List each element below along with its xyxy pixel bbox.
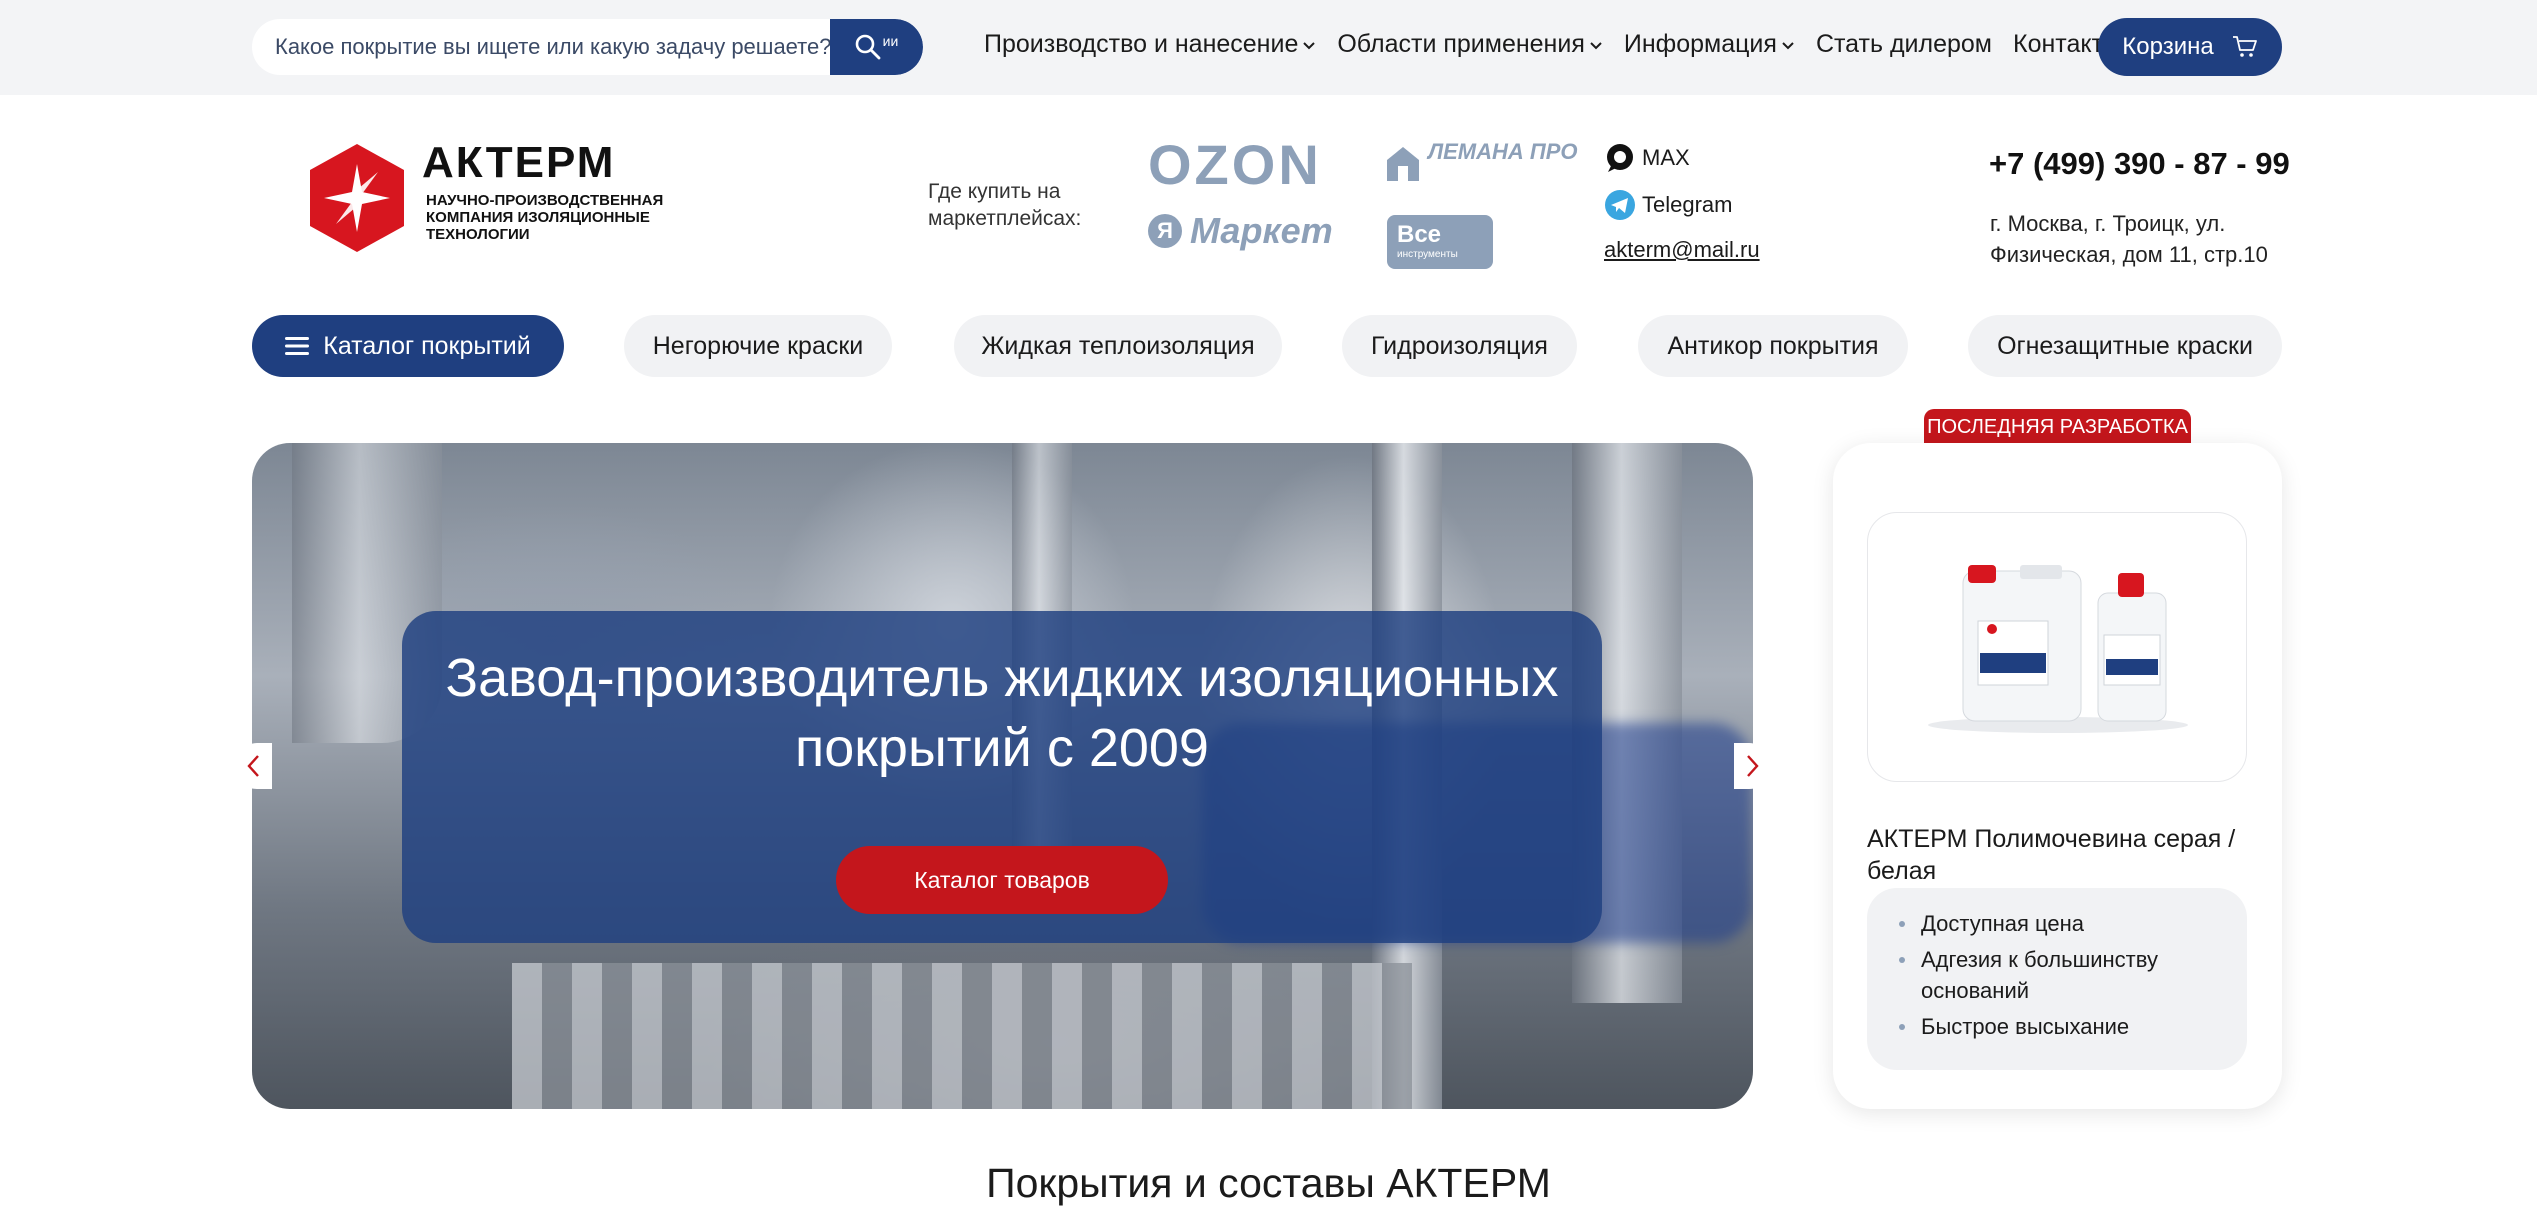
category-bar: Каталог покрытий Негорючие краски Жидкая… xyxy=(252,315,2282,377)
product-feature: Быстрое высыхание xyxy=(1899,1011,2247,1042)
marketplaces-label: Где купить на маркетплейсах: xyxy=(928,180,1082,230)
catalog-button-label: Каталог покрытий xyxy=(323,331,531,360)
hero-catalog-button[interactable]: Каталог товаров xyxy=(836,846,1168,914)
ozon-link[interactable]: OZON xyxy=(1148,132,1322,197)
hero-bg-machinery xyxy=(512,963,1412,1109)
email-label: akterm@mail.ru xyxy=(1604,237,1760,262)
lemana-label: ЛЕМАНА ПРО xyxy=(1428,139,1578,164)
slider-prev-button[interactable] xyxy=(234,743,272,789)
nav-production[interactable]: Производство и нанесение xyxy=(984,30,1316,59)
email-link[interactable]: akterm@mail.ru xyxy=(1604,236,1760,268)
new-product-badge: ПОСЛЕДНЯЯ РАЗРАБОТКА xyxy=(1924,409,2191,445)
chevron-down-icon xyxy=(1590,41,1602,49)
nav-information[interactable]: Информация xyxy=(1624,30,1795,59)
nav-dealer-label: Стать дилером xyxy=(1815,30,1992,58)
cart-button[interactable]: Корзина xyxy=(2098,18,2282,76)
nav-applications[interactable]: Области применения xyxy=(1337,30,1603,59)
chevron-down-icon xyxy=(1782,41,1794,49)
search-button[interactable]: ии xyxy=(830,19,923,75)
menu-icon xyxy=(285,337,310,355)
logo-star-icon xyxy=(310,144,404,252)
product-feature: Адгезия к большинству оснований xyxy=(1899,944,2247,1006)
max-link[interactable]: MAX xyxy=(1604,142,1760,174)
product-name[interactable]: АКТЕРМ Полимочевина серая / белая xyxy=(1867,823,2257,887)
product-image[interactable] xyxy=(1867,512,2247,782)
telegram-link[interactable]: Telegram xyxy=(1604,189,1760,221)
yandex-icon: Я xyxy=(1148,214,1182,248)
hero-overlay: Завод-производитель жидких изоляционных … xyxy=(402,611,1602,943)
nav-information-label: Информация xyxy=(1623,30,1777,58)
address: г. Москва, г. Троицк, ул. Физическая, до… xyxy=(1990,211,2268,267)
product-canisters-image xyxy=(1928,565,2188,733)
telegram-label: Telegram xyxy=(1642,192,1733,217)
vse-sub-label: инструменты xyxy=(1397,249,1458,260)
category-liquid-insulation[interactable]: Жидкая теплоизоляция xyxy=(954,315,1282,377)
category-fireproof-paints[interactable]: Огнезащитные краски xyxy=(1968,315,2282,377)
category-anticorrosion[interactable]: Антикор покрытия xyxy=(1638,315,1908,377)
search-icon xyxy=(855,34,881,60)
featured-product-card[interactable]: АКТЕРМ Полимочевина серая / белая Доступ… xyxy=(1833,443,2282,1109)
max-label: MAX xyxy=(1642,145,1690,170)
chevron-down-icon xyxy=(1303,41,1316,49)
nav-applications-label: Области применения xyxy=(1337,30,1585,58)
lemana-link[interactable]: ЛЕМАНА ПРО xyxy=(1386,140,1578,186)
product-feature: Доступная цена xyxy=(1899,908,2247,939)
contacts-block: MAX Telegram akterm@mail.ru xyxy=(1604,142,1760,283)
telegram-icon xyxy=(1605,190,1635,220)
product-features: Доступная цена Адгезия к большинству осн… xyxy=(1867,888,2247,1070)
cart-label: Корзина xyxy=(2122,33,2214,60)
catalog-button[interactable]: Каталог покрытий xyxy=(252,315,564,377)
top-bar: ии Производство и нанесение Области прим… xyxy=(0,0,2537,95)
search-box: ии xyxy=(252,19,923,75)
max-icon xyxy=(1607,144,1633,172)
vse-label: Все xyxy=(1397,221,1442,248)
chevron-right-icon xyxy=(1747,755,1759,777)
ai-label: ии xyxy=(882,33,899,49)
logo-name: АКТЕРМ xyxy=(422,138,616,187)
chevron-left-icon xyxy=(247,755,259,777)
hero-title: Завод-производитель жидких изоляционных … xyxy=(445,648,1559,778)
hero-slider: Завод-производитель жидких изоляционных … xyxy=(252,443,1753,1109)
slider-next-button[interactable] xyxy=(1734,743,1772,789)
search-input[interactable] xyxy=(252,19,830,75)
nav-dealer[interactable]: Стать дилером xyxy=(1816,30,1992,59)
yandex-market-link[interactable]: Я Маркет xyxy=(1148,210,1333,252)
category-nonflammable-paints[interactable]: Негорючие краски xyxy=(624,315,892,377)
category-waterproofing[interactable]: Гидроизоляция xyxy=(1342,315,1577,377)
house-icon xyxy=(1387,147,1419,181)
cart-icon xyxy=(2232,36,2257,57)
top-navigation: Производство и нанесение Области примене… xyxy=(984,30,2142,59)
logo-subtitle: Научно-производственная компания изоляци… xyxy=(426,192,664,243)
phone-number[interactable]: +7 (499) 390 - 87 - 99 xyxy=(1989,146,2290,182)
vse-instrumenty-link[interactable]: Все инструменты xyxy=(1387,215,1493,269)
section-title: Покрытия и составы АКТЕРМ xyxy=(986,1160,1551,1206)
yandex-market-label: Маркет xyxy=(1190,210,1333,251)
nav-production-label: Производство и нанесение xyxy=(984,30,1299,58)
